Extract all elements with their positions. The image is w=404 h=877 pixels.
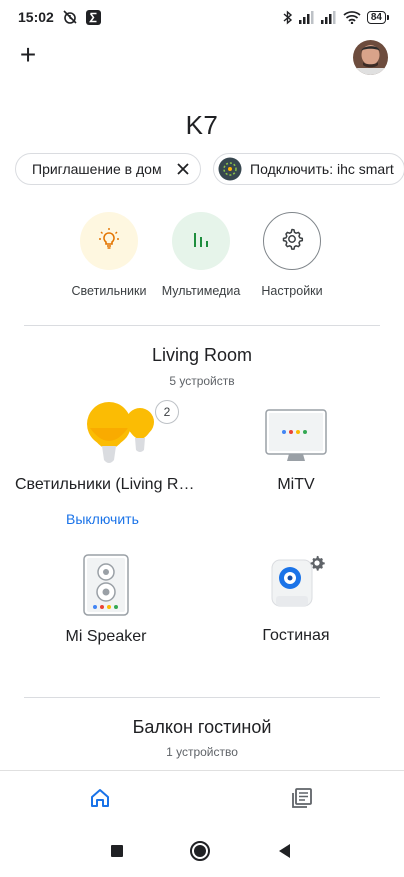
recents-button[interactable] [106,842,128,864]
shortcut-label: Мультимедиа [161,284,241,298]
feed-icon [291,787,313,814]
top-bar: + [0,38,404,78]
camera-icon [268,554,326,614]
equalizer-icon [191,229,211,254]
nav-feed[interactable] [289,787,315,813]
tv-icon [265,408,327,466]
shortcuts-row: Светильники Мультимедиа Настройки [0,212,404,302]
room-device-count: 5 устройств [169,374,235,388]
service-logo-icon [218,157,242,181]
connect-service-chip[interactable]: Подключить: ihc smart [213,153,404,185]
device-name: Mi Speaker [65,628,147,645]
speaker-icon [83,554,129,616]
status-time: 15:02 [18,9,54,25]
shortcut-circle [263,212,321,270]
battery-indicator: 84 [366,10,390,24]
chip-label: Приглашение в дом [32,161,162,177]
device-speaker[interactable]: Mi Speaker [16,554,196,646]
signal-icon [298,10,315,24]
shortcut-circle [80,212,138,270]
home-icon [89,787,111,814]
bluetooth-icon [283,9,293,25]
nav-home[interactable] [87,787,113,813]
device-name: Светильники (Living Room) [15,476,195,493]
shortcut-label: Настройки [261,284,323,298]
device-light-group[interactable]: 2 Светильники (Living Room) [15,400,195,494]
room-title: Балкон гостиной [132,717,272,737]
shortcut-settings[interactable]: Настройки [247,212,337,298]
home-system-button[interactable] [189,840,211,867]
circle-icon [189,840,211,867]
device-camera[interactable]: Гостиная [206,554,386,645]
section-divider [24,325,380,326]
room-device-count: 1 устройство [166,745,238,759]
suggestion-chips: Приглашение в дом Подключить: ihc smart [15,153,404,187]
device-tv[interactable]: MiTV [206,408,386,494]
bottom-nav [0,770,404,828]
square-icon [110,844,124,863]
gear-icon [280,227,304,256]
close-icon[interactable] [176,162,190,176]
device-name: MiTV [277,476,315,493]
avatar[interactable] [353,40,388,75]
shortcut-media[interactable]: Мультимедиа [156,212,246,298]
shortcut-lights[interactable]: Светильники [64,212,154,298]
home-invite-chip[interactable]: Приглашение в дом [15,153,201,185]
lightbulb-icon [97,227,121,256]
system-nav-bar [0,828,404,877]
light-group-icon: 2 [30,400,180,466]
back-button[interactable] [273,842,295,864]
sigma-app-icon [85,9,101,25]
alarm-off-icon [62,9,78,25]
wifi-icon [343,10,361,24]
room-title: Living Room [151,345,253,365]
shortcut-circle [172,212,230,270]
chip-label: Подключить: ihc smart [250,161,394,177]
section-divider [24,697,380,698]
device-name: Гостиная [262,627,330,644]
add-button[interactable]: + [14,41,42,70]
shortcut-label: Светильники [71,284,147,298]
page-title: K7 [185,110,219,140]
device-count-badge: 2 [155,400,179,424]
back-triangle-icon [277,843,291,864]
signal-icon [320,10,337,24]
turn-off-button[interactable]: Выключить [66,511,139,527]
gear-icon [308,554,326,577]
status-bar: 15:02 84 [0,0,404,34]
